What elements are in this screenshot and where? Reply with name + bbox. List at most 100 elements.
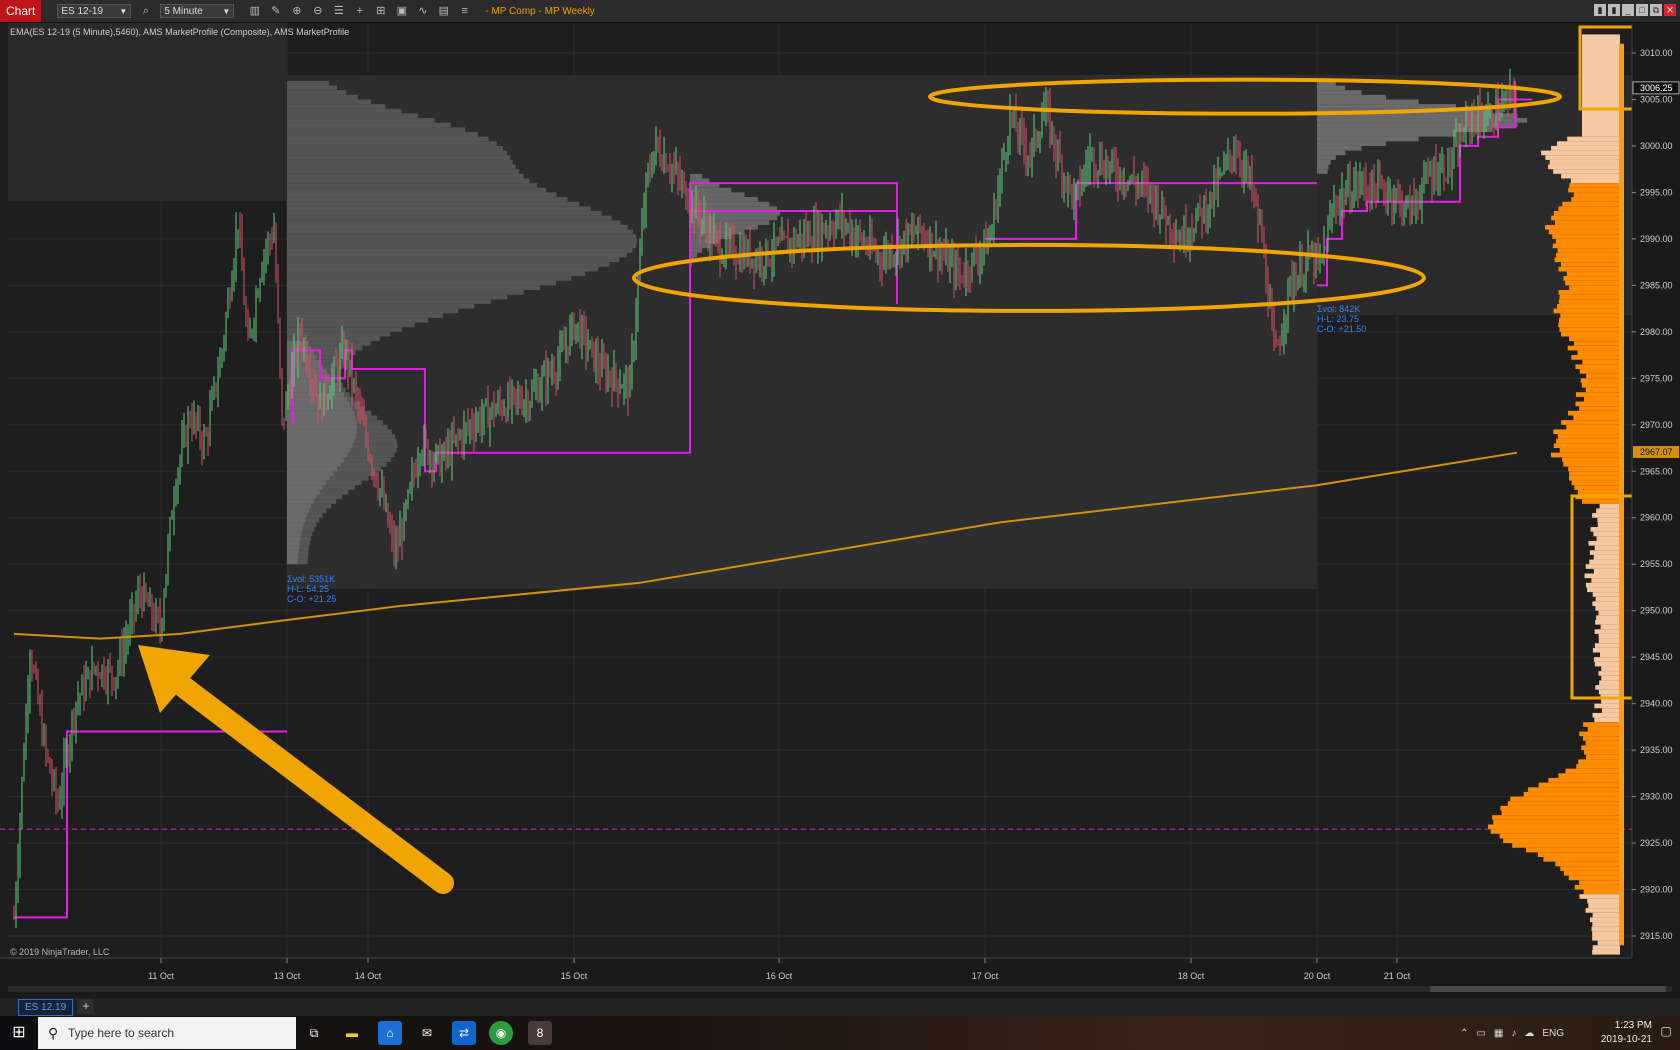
volume-profile-bar	[1492, 815, 1620, 820]
volume-profile-bar	[1575, 364, 1620, 370]
volume-profile-bar	[1499, 833, 1620, 839]
minimize-button[interactable]: _	[1622, 4, 1634, 16]
last-price-label: 3006.25	[1640, 83, 1673, 93]
volume-profile-bar	[1561, 173, 1620, 179]
restore-button[interactable]: ⧉	[1650, 4, 1662, 16]
search-icon[interactable]: ⌕	[139, 5, 152, 18]
tab-es-12-19[interactable]: ES 12.19	[18, 999, 74, 1016]
volume-profile-bar	[1548, 164, 1620, 170]
volume-profile-bar	[1493, 819, 1620, 825]
composite-profile-bar	[287, 122, 451, 128]
volume-profile-bar	[1559, 294, 1620, 300]
price-tick-label: 2945.00	[1640, 652, 1673, 662]
zoom-in-icon[interactable]: ⊕	[290, 5, 303, 18]
daily-profile-bar	[287, 448, 350, 453]
list-icon[interactable]: ≡	[458, 5, 471, 18]
battery-icon[interactable]: ▭	[1476, 1028, 1485, 1039]
price-tick-label: 2995.00	[1640, 187, 1673, 197]
daily-profile-bar	[287, 503, 312, 509]
instrument-selector[interactable]: ES 12-19 ▼	[57, 4, 132, 18]
task-view-icon[interactable]: ⧉	[302, 1021, 326, 1045]
volume-profile-bar	[1523, 791, 1620, 797]
volume-profile-bar	[1598, 689, 1620, 695]
price-chart[interactable]: 3010.00 3005.00 3000.00 2995.00 2990.00 2985.…	[0, 23, 1680, 998]
teamviewer-icon[interactable]: ⇄	[452, 1021, 476, 1045]
volume-profile-bar	[1562, 201, 1620, 207]
volume-profile-bar	[1594, 545, 1620, 551]
notification-icon[interactable]: ▢	[1658, 1024, 1674, 1040]
price-tick-label: 2935.00	[1640, 745, 1673, 755]
volume-profile-bar	[1554, 257, 1620, 263]
composite-profile-bar	[287, 80, 330, 86]
ninjatrader-icon[interactable]: 8	[528, 1021, 552, 1045]
add-tab-button[interactable]: +	[78, 999, 94, 1014]
volume-profile-bar	[1556, 141, 1620, 146]
crosshair-icon[interactable]: +	[353, 5, 366, 18]
chevron-up-icon[interactable]: ⌃	[1460, 1028, 1468, 1039]
mail-icon[interactable]: ✉	[415, 1021, 439, 1045]
zoom-out-icon[interactable]: ⊖	[311, 5, 324, 18]
chart-panel[interactable]: 3010.00 3005.00 3000.00 2995.00 2990.00 2985.…	[0, 23, 1680, 998]
search-icon: ⚲	[48, 1025, 59, 1041]
volume-profile-bar	[1582, 359, 1620, 365]
store-icon[interactable]: ⌂	[378, 1021, 402, 1045]
maximize-button[interactable]: □	[1636, 4, 1648, 16]
indicators-icon[interactable]: ▤	[437, 5, 450, 18]
daily-profile-bar	[287, 475, 330, 481]
network-icon[interactable]: ▦	[1494, 1028, 1503, 1039]
tile-left-icon[interactable]: ▮	[1594, 4, 1606, 16]
daily-profile-bar	[1317, 145, 1362, 151]
taskbar-clock[interactable]: 1:23 PM 2019-10-21	[1601, 1019, 1652, 1047]
volume-profile-bar	[1592, 592, 1620, 597]
bar-type-icon[interactable]: ▥	[248, 5, 261, 18]
properties-icon[interactable]: ☰	[332, 5, 345, 18]
data-box-icon[interactable]: ⊞	[374, 5, 387, 18]
chrome-icon[interactable]: ◉	[489, 1021, 513, 1045]
daily-profile-bar	[287, 522, 304, 528]
onedrive-icon[interactable]: ☁	[1524, 1028, 1534, 1039]
volume-profile-bar	[1583, 396, 1620, 402]
price-tick-label: 2940.00	[1640, 699, 1673, 709]
chevron-down-icon: ▼	[222, 7, 231, 16]
composite-profile-bar	[287, 150, 508, 156]
volume-profile-bar	[1552, 243, 1620, 249]
close-button[interactable]: ✕	[1664, 4, 1676, 16]
time-tick-label: 18 Oct	[1178, 971, 1205, 981]
taskbar-search-input[interactable]: ⚲ Type here to search	[38, 1017, 296, 1049]
file-explorer-icon[interactable]: ▬	[340, 1021, 364, 1045]
volume-profile-bar	[1568, 187, 1620, 193]
drawing-tool-icon[interactable]: ✎	[269, 5, 282, 18]
language-indicator[interactable]: ENG	[1542, 1028, 1564, 1039]
strategy-icon[interactable]: ∿	[416, 5, 429, 18]
volume-profile-bar	[1594, 703, 1620, 709]
volume-profile-bar	[1555, 861, 1620, 867]
windows-start-icon[interactable]: ⊞	[0, 1016, 38, 1050]
interval-selector[interactable]: 5 Minute ▼	[160, 4, 235, 18]
composite-profile-bar	[287, 159, 513, 165]
chart-menu-button[interactable]: Chart	[0, 0, 42, 22]
volume-profile-bar	[1597, 522, 1620, 528]
volume-profile-bar	[1557, 248, 1620, 253]
daily-profile-bar	[287, 466, 338, 472]
volume-profile-bar	[1566, 424, 1620, 430]
volume-profile-bar	[1526, 847, 1620, 853]
volume-icon[interactable]: ♪	[1511, 1028, 1516, 1039]
volume-profile-bar	[1512, 843, 1620, 848]
volume-profile-bar	[1585, 387, 1620, 393]
volume-profile-bar	[1595, 685, 1620, 690]
time-tick-label: 13 Oct	[274, 971, 301, 981]
instrument-selector-value: ES 12-19	[61, 6, 104, 17]
composite-profile-bar	[287, 215, 612, 221]
volume-profile-bar	[1590, 527, 1620, 532]
volume-profile-bar	[1594, 643, 1620, 648]
volume-profile-bar	[1501, 810, 1620, 816]
price-tick-label: 2920.00	[1640, 885, 1673, 895]
daily-profile-bar	[1317, 141, 1387, 146]
volume-profile-bar	[1593, 657, 1620, 662]
tile-right-icon[interactable]: ▮	[1608, 4, 1620, 16]
daily-profile-bar	[1317, 122, 1518, 128]
time-tick-label: 15 Oct	[561, 971, 588, 981]
screenshot-icon[interactable]: ▣	[395, 5, 408, 18]
volume-profile-bar	[1601, 666, 1620, 672]
daily-profile-bar	[1317, 104, 1456, 109]
